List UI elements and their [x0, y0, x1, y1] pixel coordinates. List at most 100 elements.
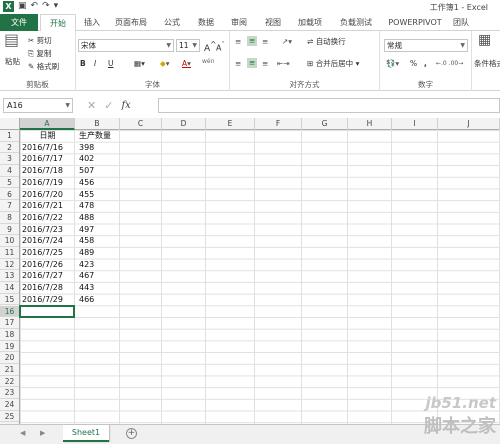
percent-button[interactable]: %	[410, 59, 417, 69]
column-header-F[interactable]: F	[255, 118, 302, 130]
cancel-icon[interactable]: ✕	[87, 99, 96, 112]
column-header-B[interactable]: B	[75, 118, 120, 130]
bold-button[interactable]: B	[80, 59, 86, 69]
row-header-2[interactable]: 2	[0, 142, 19, 154]
row-header-4[interactable]: 4	[0, 165, 19, 177]
tab-6[interactable]: 审阅	[224, 14, 254, 31]
select-all-corner[interactable]	[0, 118, 20, 130]
border-button[interactable]: ▦▾	[134, 59, 145, 69]
copy-button[interactable]: ⎘ 复制	[28, 49, 51, 59]
tab-0[interactable]: 文件	[0, 14, 38, 31]
cell-quantity[interactable]: 466	[79, 294, 94, 306]
cell-date[interactable]: 2016/7/24	[20, 235, 63, 247]
tab-8[interactable]: 加载项	[292, 14, 328, 31]
cell-quantity[interactable]: 443	[79, 282, 94, 294]
tab-5[interactable]: 数据	[190, 14, 222, 31]
row-header-21[interactable]: 21	[0, 364, 19, 376]
row-header-11[interactable]: 11	[0, 247, 19, 259]
column-header-J[interactable]: J	[438, 118, 500, 130]
cell-header-quantity[interactable]: 生产数量	[79, 130, 111, 142]
cell-date[interactable]: 2016/7/20	[20, 189, 63, 201]
conditional-format-icon[interactable]: ▦	[478, 33, 491, 47]
align-right-icon[interactable]: ≡	[262, 59, 268, 69]
column-header-D[interactable]: D	[162, 118, 206, 130]
tab-4[interactable]: 公式	[156, 14, 188, 31]
orientation-icon[interactable]: ↗▾	[282, 37, 292, 47]
selected-cell-A16[interactable]	[19, 304, 75, 319]
font-color-button[interactable]: A▾	[182, 59, 191, 69]
italic-button[interactable]: I	[94, 59, 96, 69]
cell-quantity[interactable]: 478	[79, 200, 94, 212]
conditional-format-button[interactable]: 条件格式	[474, 59, 500, 69]
comma-button[interactable]: ,	[424, 59, 427, 69]
cut-button[interactable]: ✂ 剪切	[28, 36, 52, 46]
next-sheet-icon[interactable]: ▶	[40, 429, 45, 437]
column-header-G[interactable]: G	[302, 118, 348, 130]
column-header-A[interactable]: A	[20, 118, 75, 130]
sheet-tab-sheet1[interactable]: Sheet1	[63, 425, 109, 442]
cell-date[interactable]: 2016/7/26	[20, 259, 63, 271]
merge-center-button[interactable]: ⊞ 合并后居中 ▾	[307, 59, 359, 69]
cell-quantity[interactable]: 456	[79, 177, 94, 189]
cell-quantity[interactable]: 507	[79, 165, 94, 177]
column-header-I[interactable]: I	[392, 118, 438, 130]
cell-quantity[interactable]: 455	[79, 189, 94, 201]
align-middle-icon[interactable]: ≡	[247, 36, 258, 46]
formula-input[interactable]	[158, 98, 500, 113]
column-header-E[interactable]: E	[206, 118, 255, 130]
row-header-9[interactable]: 9	[0, 224, 19, 236]
add-sheet-button[interactable]: +	[126, 428, 137, 439]
tab-10[interactable]: POWERPIVOT	[384, 14, 446, 31]
fill-color-button[interactable]: ◆▾	[160, 59, 170, 69]
enter-icon[interactable]: ✓	[104, 99, 113, 112]
undo-icon[interactable]: ↶	[31, 1, 39, 12]
cell-quantity[interactable]: 402	[79, 153, 94, 165]
tab-7[interactable]: 视图	[257, 14, 289, 31]
format-painter-button[interactable]: ✎ 格式刷	[28, 62, 59, 72]
grow-font-button[interactable]: A^	[204, 40, 216, 54]
customize-qat-icon[interactable]: ▾	[54, 1, 59, 12]
tab-11[interactable]: 团队	[448, 14, 474, 31]
save-icon[interactable]: ▣	[18, 1, 27, 12]
row-header-25[interactable]: 25	[0, 411, 19, 423]
column-header-C[interactable]: C	[120, 118, 162, 130]
cell-quantity[interactable]: 497	[79, 224, 94, 236]
decimal-icon[interactable]: ←.0 .00→	[436, 59, 463, 69]
row-header-13[interactable]: 13	[0, 270, 19, 283]
align-center-icon[interactable]: ≡	[247, 58, 258, 68]
row-header-10[interactable]: 10	[0, 235, 19, 247]
row-header-5[interactable]: 5	[0, 177, 19, 189]
row-header-3[interactable]: 3	[0, 153, 19, 166]
cell-quantity[interactable]: 398	[79, 142, 94, 154]
row-header-12[interactable]: 12	[0, 259, 19, 271]
tab-3[interactable]: 页面布局	[108, 14, 154, 31]
cell-date[interactable]: 2016/7/18	[20, 165, 63, 177]
insert-function-icon[interactable]: fx	[121, 100, 130, 111]
cell-quantity[interactable]: 489	[79, 247, 94, 259]
row-header-20[interactable]: 20	[0, 352, 19, 364]
row-header-1[interactable]: 1	[0, 130, 19, 142]
row-header-16[interactable]: 16	[0, 305, 19, 318]
tab-9[interactable]: 负载测试	[330, 14, 382, 31]
phonetic-button[interactable]: wén	[202, 57, 214, 67]
row-header-22[interactable]: 22	[0, 376, 19, 388]
row-header-7[interactable]: 7	[0, 200, 19, 212]
cell-date[interactable]: 2016/7/17	[20, 153, 63, 165]
font-name-select[interactable]: 宋体 ▼	[78, 39, 174, 52]
cell-date[interactable]: 2016/7/19	[20, 177, 63, 189]
prev-sheet-icon[interactable]: ◀	[20, 429, 25, 437]
tab-2[interactable]: 插入	[78, 14, 106, 31]
paste-icon[interactable]: ▤	[4, 32, 19, 48]
number-format-select[interactable]: 常规 ▼	[384, 39, 468, 52]
cell-date[interactable]: 2016/7/28	[20, 282, 63, 294]
cell-date[interactable]: 2016/7/23	[20, 224, 63, 236]
align-left-icon[interactable]: ≡	[235, 59, 241, 69]
row-header-15[interactable]: 15	[0, 294, 19, 306]
cell-quantity[interactable]: 467	[79, 270, 94, 282]
indent-icon[interactable]: ⇤⇥	[277, 59, 290, 69]
row-header-19[interactable]: 19	[0, 341, 19, 353]
cell-quantity[interactable]: 423	[79, 259, 94, 271]
row-header-18[interactable]: 18	[0, 329, 19, 341]
shrink-font-button[interactable]: Aˇ	[216, 40, 225, 54]
underline-button[interactable]: U	[108, 59, 114, 69]
